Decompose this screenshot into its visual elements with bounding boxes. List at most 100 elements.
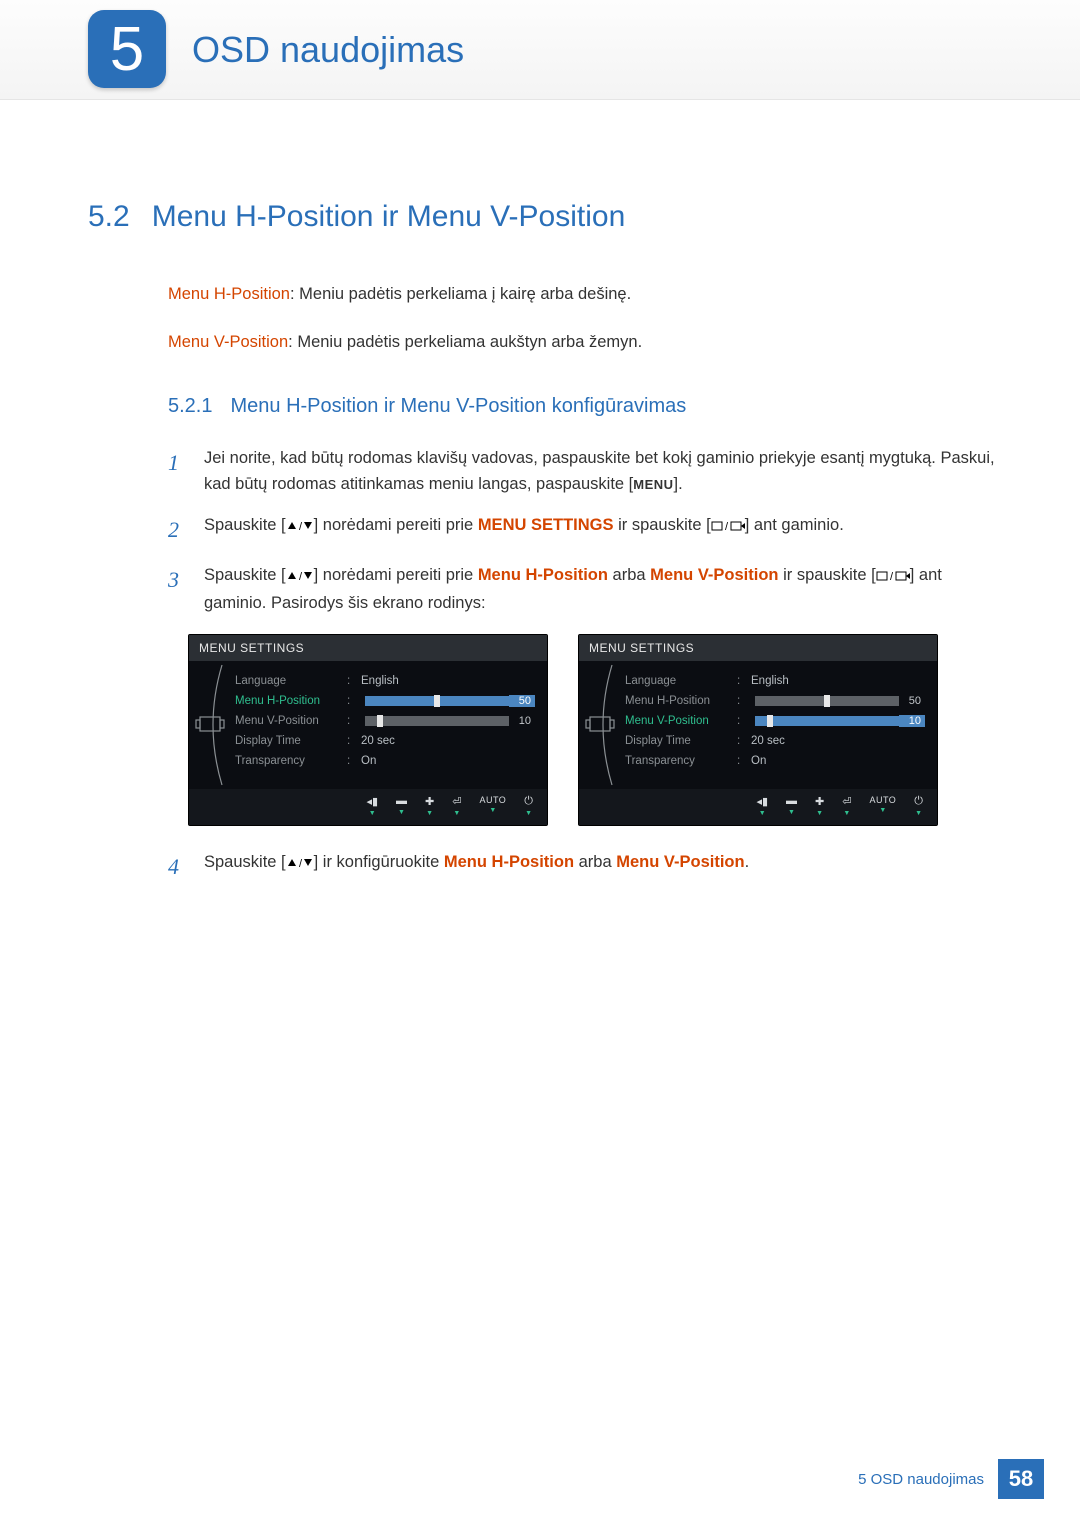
subsection-number: 5.2.1 [168,395,212,418]
osd-power-icon: ⏻▼ [914,795,923,817]
definition-h-text: : Meniu padėtis perkeliama į kairę arba … [290,285,631,303]
osd-label: Language [235,675,347,687]
osd-value: 20 sec [745,735,899,747]
osd-item-dtime: Display Time:20 sec [235,731,535,751]
osd-value: 50 [509,695,535,707]
definition-v-label: Menu V-Position [168,333,288,351]
footer-text: 5 OSD naudojimas [858,1471,984,1488]
subsection-heading: 5.2.1 Menu H-Position ir Menu V-Position… [168,395,996,418]
svg-text:/: / [299,521,303,532]
osd-label: Display Time [235,735,347,747]
osd-label: Menu V-Position [625,715,737,727]
chapter-title: OSD naudojimas [192,29,464,71]
step-4-body: Spauskite [/] ir konfigūruokite Menu H-P… [204,850,996,884]
up-down-icon: / [286,515,314,541]
step-4-text-b: ] ir konfigūruokite [314,853,444,871]
page-footer: 5 OSD naudojimas 58 [858,1459,1044,1499]
slider-icon [755,716,899,726]
step-3-text-c: ir spauskite [ [779,566,876,584]
osd-title: MENU SETTINGS [579,635,937,661]
page-header: 5 OSD naudojimas [0,0,1080,100]
definition-h-label: Menu H-Position [168,285,290,303]
osd-item-language: Language:English [625,671,925,691]
svg-text:/: / [299,858,303,869]
osd-label: Menu H-Position [625,695,737,707]
step-2-text-b: ] norėdami pereiti prie [314,516,478,534]
step-3-or: arba [608,566,650,584]
osd-value: 50 [899,695,925,707]
osd-auto-icon: AUTO▼ [869,795,896,817]
osd-value: 10 [899,715,925,727]
slider-icon [365,696,509,706]
osd-item-hpos: Menu H-Position:50 [235,691,535,711]
step-2-text-d: ] ant gaminio. [745,516,844,534]
osd-item-trans: Transparency:On [235,751,535,771]
osd-value: 10 [509,715,535,727]
up-down-icon: / [286,852,314,878]
osd-side-icon [579,661,625,789]
osd-item-language: Language:English [235,671,535,691]
page-content: 5.2 Menu H-Position ir Menu V-Position M… [0,100,1080,885]
step-2-text-a: Spauskite [ [204,516,286,534]
section-heading: 5.2 Menu H-Position ir Menu V-Position [88,200,996,234]
osd-value: English [745,675,899,687]
osd-enter-icon: ⏎▼ [452,795,461,817]
step-2-body: Spauskite [ / ] norėdami pereiti prie MENU… [204,513,996,547]
footer-page-number: 58 [998,1459,1044,1499]
step-1-text-a: Jei norite, kad būtų rodomas klavišų vad… [204,449,995,493]
menu-keyword-icon: MENU [633,477,673,492]
up-down-icon: / [286,565,314,591]
osd-label: Menu V-Position [235,715,347,727]
step-2: 2 Spauskite [ / ] norėdami pereiti prie ME… [168,513,996,547]
enter-source-icon: / [711,515,745,541]
osd-panel-hpos: MENU SETTINGS Language:English Menu H-Po… [188,634,548,826]
chapter-number-badge: 5 [88,10,166,88]
step-3-text-a: Spauskite [ [204,566,286,584]
osd-back-icon: ◂▮▼ [366,795,378,817]
step-1-text-b: ]. [674,475,683,493]
osd-minus-icon: ▬▼ [786,795,797,817]
osd-power-icon: ⏻▼ [524,795,533,817]
osd-item-dtime: Display Time:20 sec [625,731,925,751]
subsection-title: Menu H-Position ir Menu V-Position konfi… [230,395,686,418]
step-3-body: Spauskite [/] norėdami pereiti prie Menu… [204,563,996,616]
osd-value: On [745,755,899,767]
section-title: Menu H-Position ir Menu V-Position [152,200,626,234]
step-3-text-b: ] norėdami pereiti prie [314,566,478,584]
section-number: 5.2 [88,200,130,234]
definition-v: Menu V-Position: Meniu padėtis perkeliam… [168,330,996,356]
osd-value: English [355,675,509,687]
step-4-or: arba [574,853,616,871]
slider-icon [755,696,899,706]
enter-source-icon: / [876,565,910,591]
osd-value: 20 sec [355,735,509,747]
svg-text:/: / [890,571,894,582]
osd-label: Display Time [625,735,737,747]
step-4-dot: . [745,853,750,871]
osd-plus-icon: ✚▼ [815,795,824,817]
osd-item-trans: Transparency:On [625,751,925,771]
step-4-number: 4 [168,850,186,884]
osd-panel-vpos: MENU SETTINGS Language:English Menu H-Po… [578,634,938,826]
step-4-v: Menu V-Position [616,853,744,871]
step-2-text-c: ir spauskite [ [614,516,711,534]
osd-value: On [355,755,509,767]
osd-footer: ◂▮▼ ▬▼ ✚▼ ⏎▼ AUTO▼ ⏻▼ [189,789,547,825]
step-1: 1 Jei norite, kad būtų rodomas klavišų v… [168,446,996,497]
osd-screenshots: MENU SETTINGS Language:English Menu H-Po… [188,634,996,826]
osd-plus-icon: ✚▼ [425,795,434,817]
slider-icon [365,716,509,726]
osd-list: Language:English Menu H-Position:50 Menu… [625,661,937,789]
step-1-number: 1 [168,446,186,497]
step-1-body: Jei norite, kad būtų rodomas klavišų vad… [204,446,996,497]
osd-item-vpos: Menu V-Position:10 [235,711,535,731]
osd-label: Transparency [235,755,347,767]
step-4: 4 Spauskite [/] ir konfigūruokite Menu H… [168,850,996,884]
svg-text:/: / [299,571,303,582]
osd-enter-icon: ⏎▼ [842,795,851,817]
step-3-number: 3 [168,563,186,616]
osd-label: Transparency [625,755,737,767]
osd-title: MENU SETTINGS [189,635,547,661]
step-2-number: 2 [168,513,186,547]
step-2-emph: MENU SETTINGS [478,516,614,534]
